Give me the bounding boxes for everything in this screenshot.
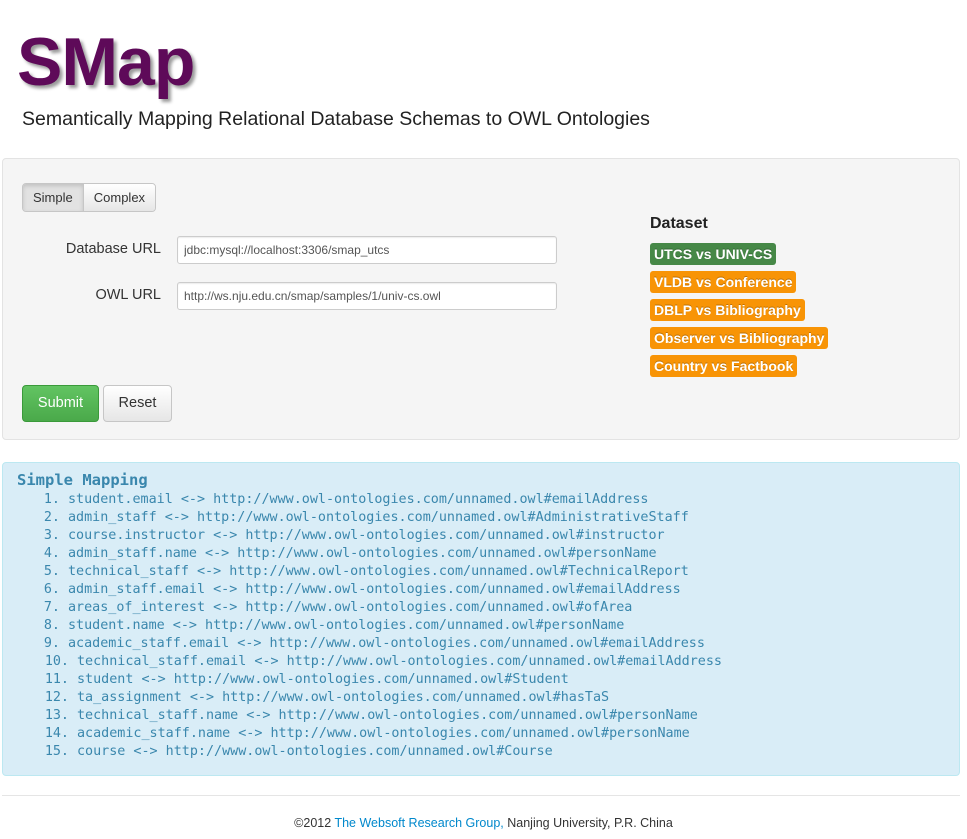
dataset-dblp-vs-bibliography[interactable]: DBLP vs Bibliography [650,299,805,321]
mapping-item-number: 14. [44,726,69,741]
owl-url-input[interactable] [177,282,557,310]
dataset-observer-vs-bibliography[interactable]: Observer vs Bibliography [650,327,829,349]
page-subtitle: Semantically Mapping Relational Database… [22,108,650,130]
mapping-item-number: 2. [43,510,60,525]
dataset-country-vs-factbook[interactable]: Country vs Factbook [650,355,798,377]
mapping-item: 12. ta_assignment <-> http://www.owl-onto… [3,689,722,707]
mapping-result-box: Simple Mapping 1. student.email <-> http:… [2,462,960,776]
mapping-item: 13. technical_staff.name <-> http://www.o… [3,707,722,725]
mapping-item-text: academic_staff.name <-> http://www.owl-o… [77,726,690,741]
mode-toggle: Simple Complex [22,183,157,212]
mapping-item-text: student.name <-> http://www.owl-ontologi… [68,618,625,633]
tab-simple[interactable]: Simple [23,184,84,211]
mapping-list: 1. student.email <-> http://www.owl-ontol… [3,491,722,761]
database-url-input[interactable] [177,236,557,264]
mapping-item-number: 10. [44,654,69,669]
reset-button[interactable]: Reset [103,385,172,422]
owl-url-label: OWL URL [95,287,161,303]
dataset-heading: Dataset [650,215,708,232]
mapping-item: 10. technical_staff.email <-> http://www.… [3,653,722,671]
footer-copyright: ©2012 [294,816,332,830]
mapping-item-text: student.email <-> http://www.owl-ontolog… [68,492,649,507]
mapping-item-text: areas_of_interest <-> http://www.owl-ont… [68,600,633,615]
mapping-item-text: technical_staff.name <-> http://www.owl-… [77,708,698,723]
mapping-title: Simple Mapping [17,471,148,489]
mapping-item: 3. course.instructor <-> http://www.owl-o… [3,527,722,545]
mapping-item-text: admin_staff.email <-> http://www.owl-ont… [68,582,681,597]
mapping-item-number: 5. [43,564,60,579]
mapping-item: 9. academic_staff.email <-> http://www.ow… [3,635,722,653]
mapping-item: 4. admin_staff.name <-> http://www.owl-on… [3,545,722,563]
submit-button[interactable]: Submit [22,385,99,422]
footer: ©2012 The Websoft Research Group, Nanjin… [0,816,967,830]
mapping-form-panel: Simple Complex Database URL OWL URL Subm… [2,158,960,440]
mapping-item-number: 4. [43,546,60,561]
mapping-item-number: 3. [43,528,60,543]
mapping-item-number: 6. [43,582,60,597]
footer-group-link[interactable]: The Websoft Research Group, [334,816,503,830]
mapping-item-text: ta_assignment <-> http://www.owl-ontolog… [77,690,610,705]
mapping-item-number: 8. [43,618,60,633]
mapping-item: 8. student.name <-> http://www.owl-ontolo… [3,617,722,635]
mapping-item: 1. student.email <-> http://www.owl-ontol… [3,491,722,509]
mapping-item: 2. admin_staff <-> http://www.owl-ontolog… [3,509,722,527]
tab-complex[interactable]: Complex [83,184,156,211]
footer-divider [2,795,960,796]
mapping-item-number: 1. [43,492,60,507]
mapping-item: 15. course <-> http://www.owl-ontologies.… [3,743,722,761]
mapping-item-number: 15. [44,744,69,759]
mapping-item: 6. admin_staff.email <-> http://www.owl-o… [3,581,722,599]
mapping-item-text: academic_staff.email <-> http://www.owl-… [68,636,705,651]
mapping-item-number: 11. [44,672,69,687]
mapping-item: 7. areas_of_interest <-> http://www.owl-o… [3,599,722,617]
mapping-item-text: student <-> http://www.owl-ontologies.co… [77,672,569,687]
mapping-item: 14. academic_staff.name <-> http://www.ow… [3,725,722,743]
dataset-utcs-vs-univ-cs[interactable]: UTCS vs UNIV-CS [650,243,777,265]
mapping-item-text: technical_staff <-> http://www.owl-ontol… [68,564,689,579]
mapping-item-number: 9. [43,636,60,651]
footer-affiliation: Nanjing University, P.R. China [507,816,673,830]
app-logo: SMap [17,24,195,100]
mapping-item-number: 13. [44,708,69,723]
mapping-item-text: course <-> http://www.owl-ontologies.com… [77,744,553,759]
mapping-item-number: 7. [43,600,60,615]
database-url-label: Database URL [65,241,161,257]
mapping-item: 5. technical_staff <-> http://www.owl-ont… [3,563,722,581]
mapping-item: 11. student <-> http://www.owl-ontologies… [3,671,722,689]
mapping-item-text: course.instructor <-> http://www.owl-ont… [68,528,665,543]
mapping-item-text: admin_staff.name <-> http://www.owl-onto… [68,546,657,561]
dataset-vldb-vs-conference[interactable]: VLDB vs Conference [650,271,797,293]
mapping-item-text: technical_staff.email <-> http://www.owl… [77,654,722,669]
mapping-item-number: 12. [44,690,69,705]
mapping-item-text: admin_staff <-> http://www.owl-ontologie… [68,510,689,525]
